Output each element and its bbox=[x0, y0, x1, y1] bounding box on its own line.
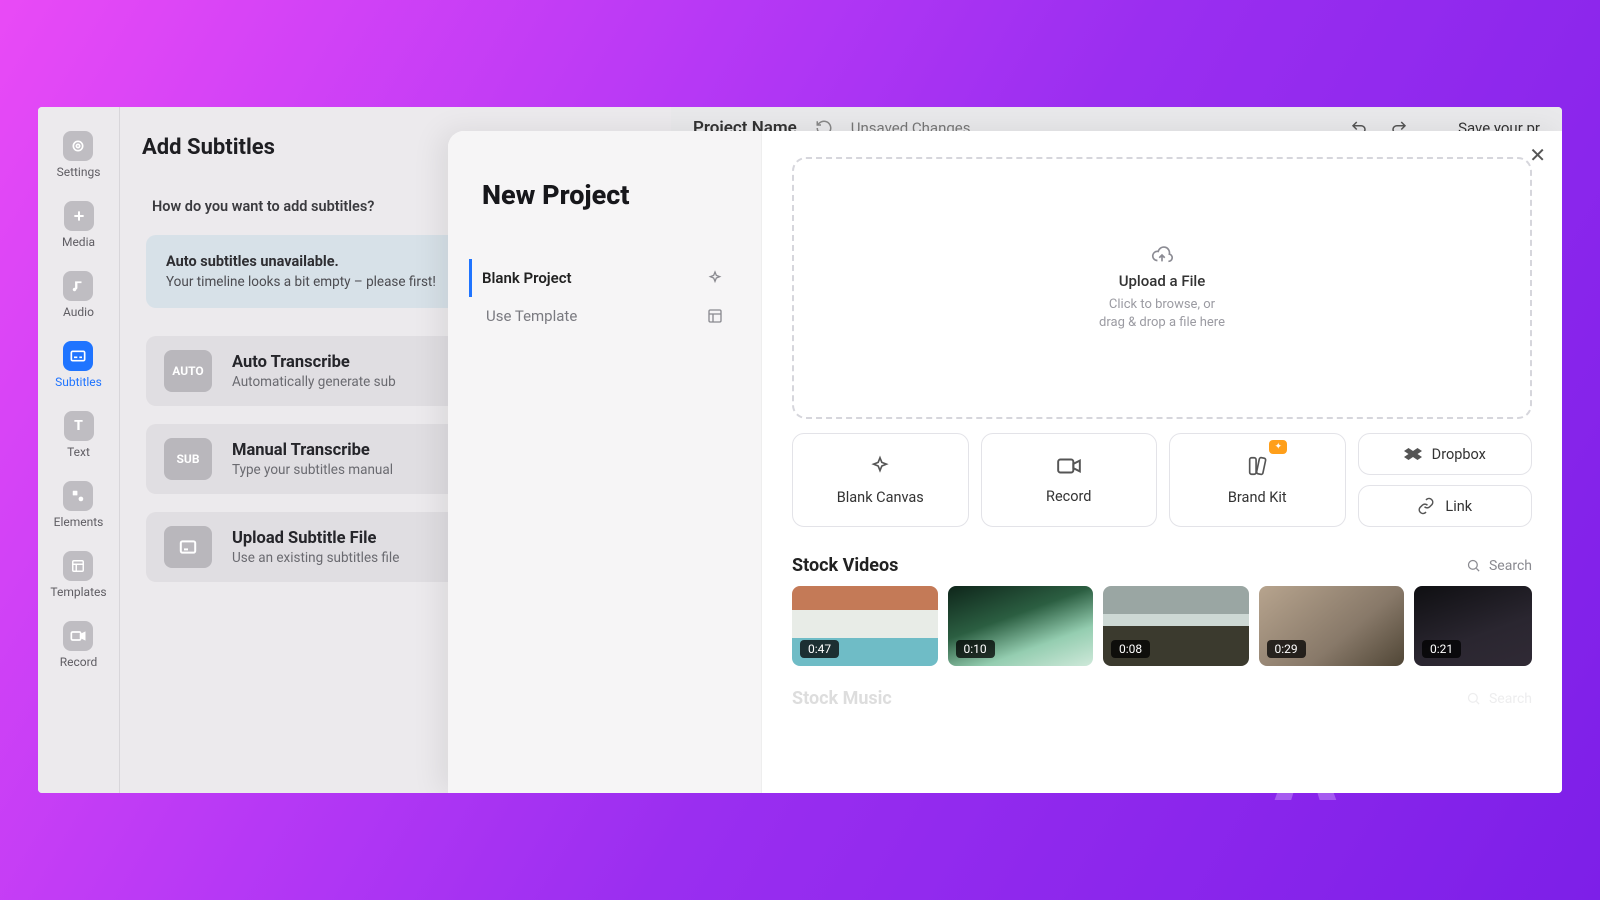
rail-item-subtitles[interactable]: Subtitles bbox=[55, 341, 102, 389]
auto-badge-icon: AUTO bbox=[164, 350, 212, 392]
rail-item-audio[interactable]: Audio bbox=[63, 271, 94, 319]
rail-item-templates[interactable]: Templates bbox=[50, 551, 106, 599]
record-icon bbox=[63, 621, 93, 651]
option-title: Auto Transcribe bbox=[232, 353, 396, 372]
search-label: Search bbox=[1489, 691, 1532, 707]
plus-icon bbox=[64, 201, 94, 231]
rail-item-media[interactable]: Media bbox=[62, 201, 95, 249]
subtitles-icon bbox=[63, 341, 93, 371]
app-window: Settings Media Audio Subtitles T Text bbox=[38, 107, 1562, 793]
link-icon bbox=[1417, 497, 1435, 515]
thumb-duration: 0:21 bbox=[1422, 640, 1461, 658]
rail-label: Record bbox=[60, 655, 98, 669]
source-cards-row: Blank Canvas Record ✦ Brand Kit bbox=[792, 433, 1532, 527]
rail-item-settings[interactable]: Settings bbox=[57, 131, 101, 179]
template-icon bbox=[707, 308, 723, 324]
thumb-duration: 0:29 bbox=[1267, 640, 1306, 658]
upload-dropzone[interactable]: Upload a File Click to browse, ordrag & … bbox=[792, 157, 1532, 419]
thumb-duration: 0:08 bbox=[1111, 640, 1150, 658]
upgrade-badge-icon: ✦ bbox=[1269, 440, 1287, 454]
rail-label: Subtitles bbox=[55, 375, 102, 389]
text-icon: T bbox=[64, 411, 94, 441]
stock-video-thumbs: 0:47 0:10 0:08 0:29 0:21 bbox=[792, 586, 1532, 666]
dropbox-icon bbox=[1404, 446, 1422, 462]
rail-label: Templates bbox=[50, 585, 106, 599]
card-link[interactable]: Link bbox=[1358, 485, 1533, 527]
search-label: Search bbox=[1489, 558, 1532, 574]
card-label: Dropbox bbox=[1432, 446, 1486, 463]
rail-item-elements[interactable]: Elements bbox=[54, 481, 104, 529]
rail-item-record[interactable]: Record bbox=[60, 621, 98, 669]
stock-video-thumb[interactable]: 0:29 bbox=[1259, 586, 1405, 666]
rail-label: Text bbox=[67, 445, 90, 459]
sidebar-rail: Settings Media Audio Subtitles T Text bbox=[38, 107, 120, 793]
modal-option-blank-project[interactable]: Blank Project bbox=[469, 259, 727, 297]
stock-video-thumb[interactable]: 0:47 bbox=[792, 586, 938, 666]
modal-left-pane: New Project Blank Project Use Template bbox=[448, 131, 762, 793]
dropzone-subtitle: Click to browse, ordrag & drop a file he… bbox=[1099, 296, 1225, 331]
stock-video-thumb[interactable]: 0:21 bbox=[1414, 586, 1532, 666]
search-icon bbox=[1466, 558, 1481, 573]
template-icon bbox=[63, 551, 93, 581]
new-project-modal: New Project Blank Project Use Template ✕ bbox=[448, 131, 1562, 793]
option-subtitle: Automatically generate sub bbox=[232, 374, 396, 390]
sparkle-icon bbox=[869, 455, 891, 477]
upload-file-icon bbox=[164, 526, 212, 568]
search-icon bbox=[1466, 691, 1481, 706]
option-subtitle: Use an existing subtitles file bbox=[232, 550, 399, 566]
rail-label: Elements bbox=[54, 515, 104, 529]
card-record[interactable]: Record bbox=[981, 433, 1158, 527]
modal-right-pane: ✕ Upload a File Click to browse, ordrag … bbox=[762, 131, 1562, 793]
search-stock-music[interactable]: Search bbox=[1466, 691, 1532, 707]
card-label: Blank Canvas bbox=[837, 489, 924, 506]
brandkit-icon bbox=[1245, 455, 1269, 477]
camera-icon bbox=[1056, 456, 1082, 476]
modal-option-label: Blank Project bbox=[482, 269, 572, 287]
option-subtitle: Type your subtitles manual bbox=[232, 462, 393, 478]
stock-videos-header: Stock Videos Search bbox=[792, 555, 1532, 576]
rail-label: Audio bbox=[63, 305, 94, 319]
sub-badge-icon: SUB bbox=[164, 438, 212, 480]
cloud-upload-icon bbox=[1149, 244, 1175, 266]
close-icon[interactable]: ✕ bbox=[1523, 137, 1552, 173]
card-label: Brand Kit bbox=[1228, 489, 1287, 506]
card-label: Link bbox=[1445, 498, 1472, 515]
dropzone-title: Upload a File bbox=[1119, 272, 1206, 290]
option-title: Upload Subtitle File bbox=[232, 529, 399, 548]
modal-option-label: Use Template bbox=[486, 307, 577, 325]
rail-item-text[interactable]: T Text bbox=[64, 411, 94, 459]
card-brand-kit[interactable]: ✦ Brand Kit bbox=[1169, 433, 1346, 527]
sparkle-icon bbox=[707, 270, 723, 286]
thumb-duration: 0:10 bbox=[956, 640, 995, 658]
card-dropbox[interactable]: Dropbox bbox=[1358, 433, 1533, 475]
thumb-duration: 0:47 bbox=[800, 640, 839, 658]
option-title: Manual Transcribe bbox=[232, 441, 393, 460]
search-stock-videos[interactable]: Search bbox=[1466, 558, 1532, 574]
section-title: Stock Videos bbox=[792, 555, 898, 576]
rail-label: Media bbox=[62, 235, 95, 249]
settings-icon bbox=[63, 131, 93, 161]
modal-option-use-template[interactable]: Use Template bbox=[482, 297, 727, 335]
shapes-icon bbox=[63, 481, 93, 511]
stock-music-header: Stock Music Search bbox=[792, 688, 1532, 709]
modal-title: New Project bbox=[482, 179, 727, 211]
rail-label: Settings bbox=[57, 165, 101, 179]
music-icon bbox=[63, 271, 93, 301]
card-blank-canvas[interactable]: Blank Canvas bbox=[792, 433, 969, 527]
section-title: Stock Music bbox=[792, 688, 892, 709]
card-label: Record bbox=[1046, 488, 1091, 505]
stock-video-thumb[interactable]: 0:08 bbox=[1103, 586, 1249, 666]
stock-video-thumb[interactable]: 0:10 bbox=[948, 586, 1094, 666]
